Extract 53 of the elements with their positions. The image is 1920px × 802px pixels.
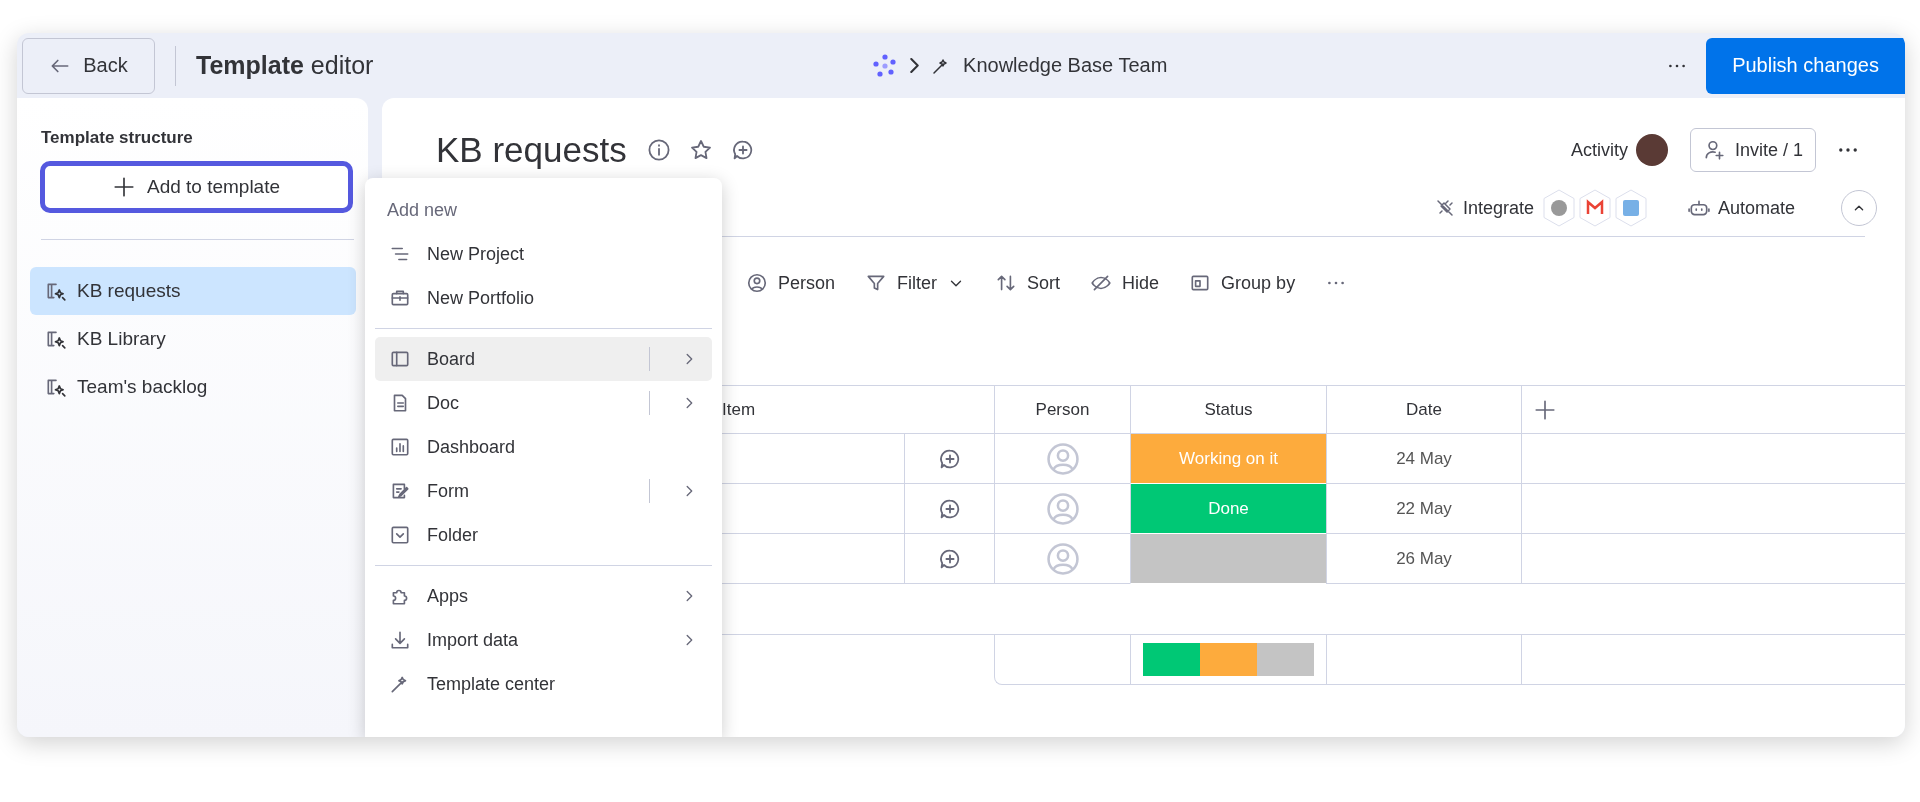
menu-item[interactable]: Import data — [375, 618, 712, 662]
toolbar-button[interactable]: Sort — [995, 272, 1061, 294]
publish-button[interactable]: Publish changes — [1706, 37, 1905, 94]
chat-plus-icon[interactable] — [730, 138, 755, 162]
menu-heading: Add new — [387, 200, 459, 222]
star-icon[interactable] — [688, 138, 713, 162]
dots-logo-icon[interactable] — [872, 52, 899, 79]
folder-icon — [389, 524, 411, 546]
menu-item[interactable]: Doc — [375, 381, 712, 425]
app-logo-icon[interactable] — [1541, 189, 1576, 227]
date-cell: 22 May — [1326, 484, 1521, 534]
person-icon — [746, 272, 768, 294]
sidebar-item[interactable]: Team's backlog — [30, 363, 356, 411]
menu-item[interactable]: Board — [375, 337, 712, 381]
add-to-template-button[interactable]: Add to template — [40, 161, 353, 213]
date-cell: 26 May — [1326, 534, 1521, 584]
toolbar-button[interactable]: Group by — [1189, 272, 1296, 294]
menu-item[interactable]: Dashboard — [375, 425, 712, 469]
sidebar-item[interactable]: KB Library — [30, 315, 356, 363]
column-header: Person — [994, 385, 1130, 434]
date-cell: 24 May — [1326, 434, 1521, 484]
menu-item[interactable]: Folder — [375, 513, 712, 557]
chevron-right-icon — [910, 58, 920, 73]
board-title: KB requests — [436, 130, 627, 170]
menu-item[interactable]: New Portfolio — [375, 276, 712, 320]
automate-link[interactable]: Automate — [1717, 197, 1795, 219]
avatar-circle — [1635, 134, 1668, 166]
integrate-link[interactable]: Integrate — [1462, 197, 1534, 219]
bar-chart-icon — [389, 436, 411, 458]
info-icon[interactable] — [646, 138, 671, 162]
activity-link[interactable]: Activity — [1570, 139, 1628, 161]
column-header: Date — [1326, 385, 1521, 434]
menu-item[interactable]: New Project — [375, 232, 712, 276]
toolbar-button[interactable]: Hide — [1090, 272, 1160, 294]
sidebar-item[interactable]: KB requests — [30, 267, 356, 315]
toolbar-button[interactable]: Filter — [865, 272, 966, 294]
invite-button[interactable]: Invite / 1 — [1689, 128, 1816, 172]
menu-item[interactable]: Apps — [375, 574, 712, 618]
add-column-icon[interactable] — [1534, 398, 1556, 421]
plus-icon — [112, 176, 135, 198]
back-button[interactable]: Back — [22, 37, 155, 94]
toolbar-button[interactable]: Person — [746, 272, 836, 294]
sidebar-heading: Template structure — [41, 128, 194, 148]
menu-item[interactable]: Template center — [375, 662, 712, 706]
menu-item[interactable]: Form — [375, 469, 712, 513]
page-title: Template editor — [196, 51, 374, 80]
column-header: Status — [1130, 385, 1326, 434]
download-icon — [389, 629, 411, 651]
app-logo-icon[interactable] — [1613, 189, 1648, 227]
person-add-icon — [1702, 139, 1725, 161]
breadcrumb-link[interactable]: Knowledge Base Team — [963, 54, 1168, 77]
plug-crossed-icon[interactable] — [1434, 198, 1455, 218]
app-logo-icon[interactable] — [1577, 189, 1612, 227]
